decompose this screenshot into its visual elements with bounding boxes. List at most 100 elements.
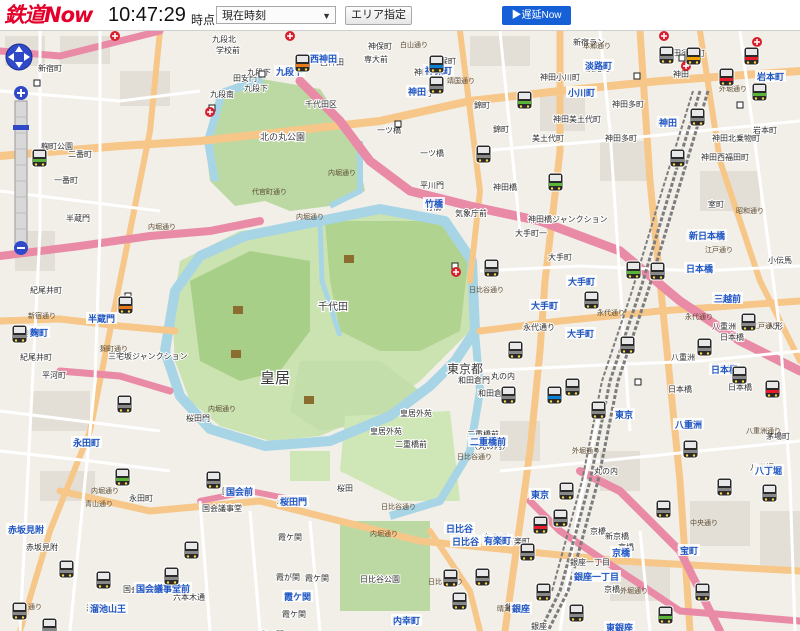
map-canvas[interactable]: 九段北学校前九段下西神田神保町専大前新宿ラン神田須田町神田岩本町神保町神田小川町… — [0, 31, 800, 631]
train-icon[interactable] — [546, 385, 563, 405]
station-name-badge[interactable]: 大手町 — [529, 299, 560, 312]
pan-control[interactable] — [5, 43, 33, 71]
station-marker[interactable] — [634, 378, 642, 386]
train-icon[interactable] — [696, 337, 713, 357]
train-icon[interactable] — [532, 515, 549, 535]
station-marker[interactable] — [736, 101, 744, 109]
train-icon[interactable] — [764, 379, 781, 399]
station-name-badge[interactable]: 新日本橋 — [687, 229, 727, 242]
train-icon[interactable] — [41, 617, 58, 631]
station-name-badge[interactable]: 東京 — [529, 488, 551, 501]
station-marker[interactable] — [633, 72, 641, 80]
train-icon[interactable] — [451, 591, 468, 611]
train-icon[interactable] — [11, 324, 28, 344]
station-name-badge[interactable]: 八丁堀 — [753, 464, 784, 477]
station-name-badge[interactable]: 溜池山王 — [88, 602, 128, 615]
train-icon[interactable] — [475, 144, 492, 164]
train-icon[interactable] — [685, 46, 702, 66]
train-icon[interactable] — [583, 290, 600, 310]
train-icon[interactable] — [761, 483, 778, 503]
station-name-badge[interactable]: 日本橋 — [684, 262, 715, 275]
train-icon[interactable] — [682, 439, 699, 459]
station-name-badge[interactable]: 大手町 — [566, 275, 597, 288]
station-name-badge[interactable]: 麹町 — [28, 326, 50, 339]
train-icon[interactable] — [743, 46, 760, 66]
station-name-badge[interactable]: 日比谷 — [450, 535, 481, 548]
station-name-badge[interactable]: 神田 — [657, 116, 679, 129]
train-icon[interactable] — [294, 53, 311, 73]
station-name-badge[interactable]: 東京 — [613, 408, 635, 421]
train-icon[interactable] — [500, 385, 517, 405]
train-icon[interactable] — [442, 568, 459, 588]
train-icon[interactable] — [655, 499, 672, 519]
station-name-badge[interactable]: 日比谷 — [444, 522, 475, 535]
station-name-badge[interactable]: 神田 — [406, 85, 428, 98]
station-name-badge[interactable]: 桜田門 — [278, 495, 309, 508]
zoom-slider-track[interactable] — [14, 100, 28, 245]
train-icon[interactable] — [619, 335, 636, 355]
station-name-badge[interactable]: 赤坂見附 — [6, 523, 46, 536]
station-marker[interactable] — [678, 54, 686, 62]
train-icon[interactable] — [669, 148, 686, 168]
train-icon[interactable] — [547, 172, 564, 192]
train-icon[interactable] — [183, 540, 200, 560]
station-name-badge[interactable]: 宝町 — [678, 544, 700, 557]
station-name-badge[interactable]: 銀座一丁目 — [572, 570, 621, 583]
train-icon[interactable] — [689, 107, 706, 127]
train-icon[interactable] — [116, 394, 133, 414]
station-name-badge[interactable]: 八重洲 — [673, 418, 704, 431]
train-icon[interactable] — [658, 45, 675, 65]
train-icon[interactable] — [519, 542, 536, 562]
station-name-badge[interactable]: 半蔵門 — [86, 312, 117, 325]
train-icon[interactable] — [552, 508, 569, 528]
app-logo[interactable]: 鉄道Now — [4, 2, 93, 28]
train-icon[interactable] — [483, 258, 500, 278]
train-icon[interactable] — [11, 601, 28, 621]
train-icon[interactable] — [718, 67, 735, 87]
train-icon[interactable] — [163, 566, 180, 586]
train-icon[interactable] — [114, 467, 131, 487]
train-icon[interactable] — [95, 570, 112, 590]
station-name-badge[interactable]: 銀座 — [510, 602, 532, 615]
station-name-badge[interactable]: 霞ケ関 — [282, 590, 313, 603]
train-icon[interactable] — [740, 312, 757, 332]
train-icon[interactable] — [535, 582, 552, 602]
train-icon[interactable] — [516, 90, 533, 110]
train-icon[interactable] — [731, 365, 748, 385]
train-icon[interactable] — [716, 477, 733, 497]
station-name-badge[interactable]: 国会議事堂前 — [134, 582, 192, 595]
station-name-badge[interactable]: 竹橋 — [423, 197, 445, 210]
train-icon[interactable] — [657, 605, 674, 625]
train-icon[interactable] — [564, 377, 581, 397]
station-name-badge[interactable]: 京橋 — [610, 546, 632, 559]
train-icon[interactable] — [649, 261, 666, 281]
station-name-badge[interactable]: 大手町 — [565, 327, 596, 340]
train-icon[interactable] — [558, 481, 575, 501]
train-icon[interactable] — [428, 75, 445, 95]
station-name-badge[interactable]: 西神田 — [308, 52, 339, 65]
area-select-button[interactable]: エリア指定 — [345, 6, 412, 25]
train-icon[interactable] — [751, 82, 768, 102]
station-name-badge[interactable]: 東銀座 — [604, 621, 635, 631]
train-icon[interactable] — [58, 559, 75, 579]
train-icon[interactable] — [568, 603, 585, 623]
train-icon[interactable] — [205, 470, 222, 490]
train-icon[interactable] — [474, 567, 491, 587]
time-select[interactable]: 現在時刻 ▼ — [216, 6, 336, 24]
station-marker[interactable] — [258, 70, 266, 78]
station-name-badge[interactable]: 国会前 — [224, 485, 255, 498]
station-marker[interactable] — [33, 79, 41, 87]
station-name-badge[interactable]: 淡路町 — [583, 59, 614, 72]
station-name-badge[interactable]: 内幸町 — [391, 614, 422, 627]
station-name-badge[interactable]: 三越前 — [712, 292, 743, 305]
train-icon[interactable] — [590, 400, 607, 420]
train-icon[interactable] — [507, 340, 524, 360]
train-icon[interactable] — [117, 295, 134, 315]
station-name-badge[interactable]: 永田町 — [71, 436, 102, 449]
zoom-slider-handle[interactable] — [13, 125, 29, 130]
train-icon[interactable] — [625, 260, 642, 280]
station-name-badge[interactable]: 岩本町 — [755, 70, 786, 83]
train-icon[interactable] — [31, 148, 48, 168]
station-name-badge[interactable]: 小川町 — [566, 86, 597, 99]
station-marker[interactable] — [394, 120, 402, 128]
